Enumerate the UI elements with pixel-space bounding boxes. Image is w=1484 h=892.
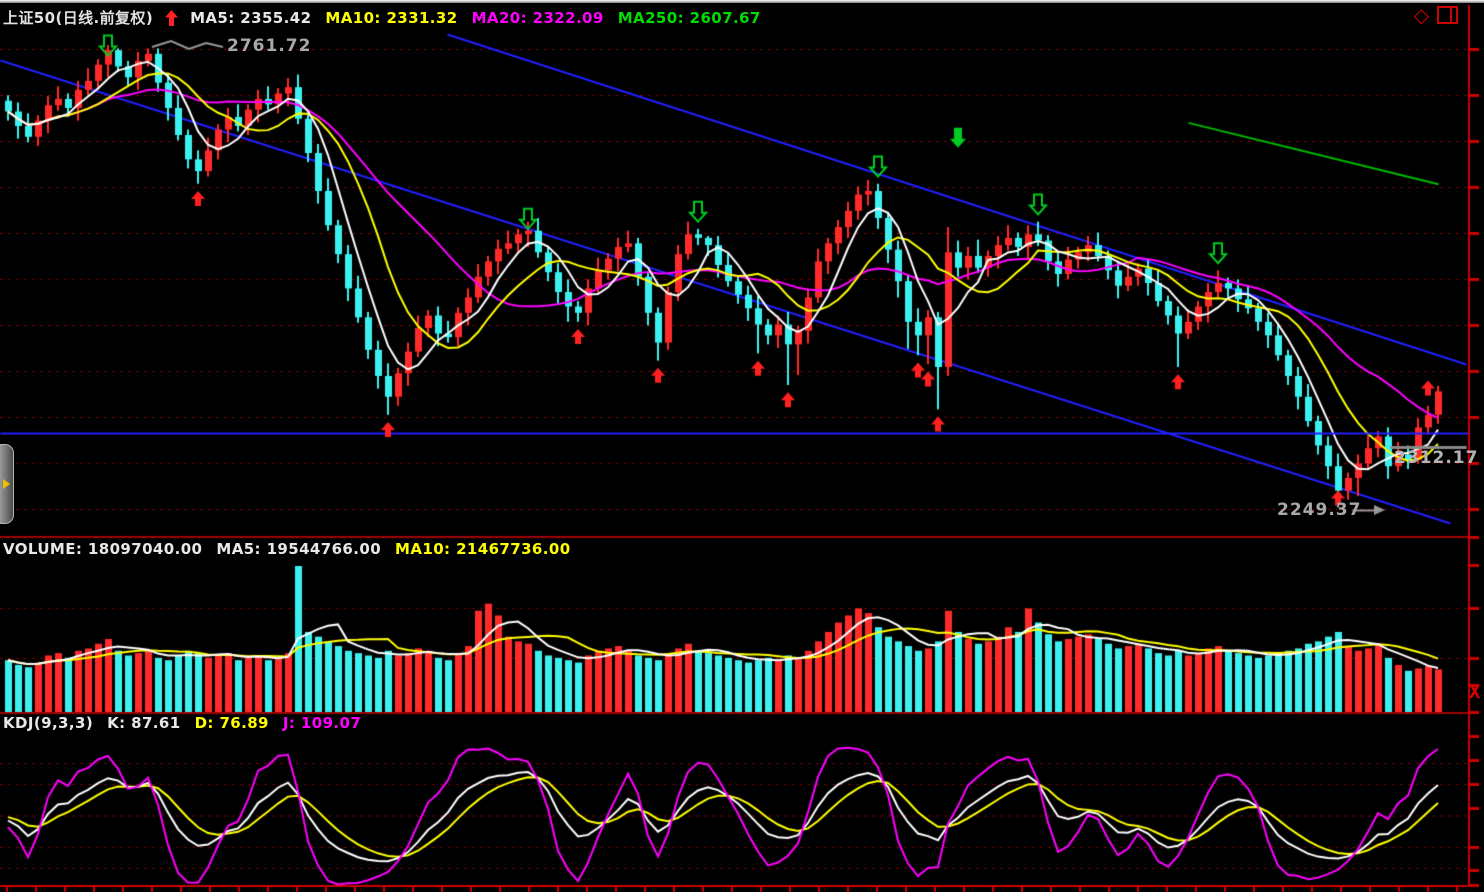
ma250-label: MA250: 2607.67 <box>618 9 761 27</box>
chart-canvas[interactable] <box>0 0 1484 892</box>
last-price-annotation: 2312.17 <box>1394 448 1478 468</box>
volume-ma10-label: MA10: 21467736.00 <box>395 540 571 558</box>
main-chart-header: 上证50(日线.前复权) MA5: 2355.42 MA10: 2331.32 … <box>3 7 761 28</box>
diamond-icon[interactable]: ◇ <box>1414 5 1429 25</box>
volume-ma5-label: MA5: 19544766.00 <box>216 540 381 558</box>
expand-right-icon <box>3 479 10 489</box>
kdj-header: KDJ(9,3,3) K: 87.61 D: 76.89 J: 109.07 <box>3 714 361 732</box>
symbol-title: 上证50(日线.前复权) <box>3 7 153 28</box>
kdj-title: KDJ(9,3,3) <box>3 714 93 732</box>
panel-layout-icon[interactable] <box>1437 6 1458 24</box>
kdj-k-label: K: 87.61 <box>107 714 181 732</box>
sidebar-expander-tab[interactable] <box>0 444 14 524</box>
ma5-label: MA5: 2355.42 <box>190 9 311 27</box>
low-price-annotation: 2249.37 <box>1277 500 1361 520</box>
ma10-label: MA10: 2331.32 <box>325 9 457 27</box>
ma20-label: MA20: 2322.09 <box>472 9 604 27</box>
volume-header: VOLUME: 18097040.00 MA5: 19544766.00 MA1… <box>3 540 571 558</box>
volume-label: VOLUME: 18097040.00 <box>3 540 202 558</box>
window-top-edge <box>0 0 1484 3</box>
trading-app-window: 上证50(日线.前复权) MA5: 2355.42 MA10: 2331.32 … <box>0 0 1484 892</box>
peak-price-annotation: 2761.72 <box>227 36 311 56</box>
close-volume-pane-button[interactable]: X <box>1469 683 1480 701</box>
kdj-j-label: J: 109.07 <box>283 714 361 732</box>
kdj-d-label: D: 76.89 <box>195 714 269 732</box>
up-arrow-icon <box>165 10 178 26</box>
window-controls: ◇ <box>1414 5 1458 25</box>
